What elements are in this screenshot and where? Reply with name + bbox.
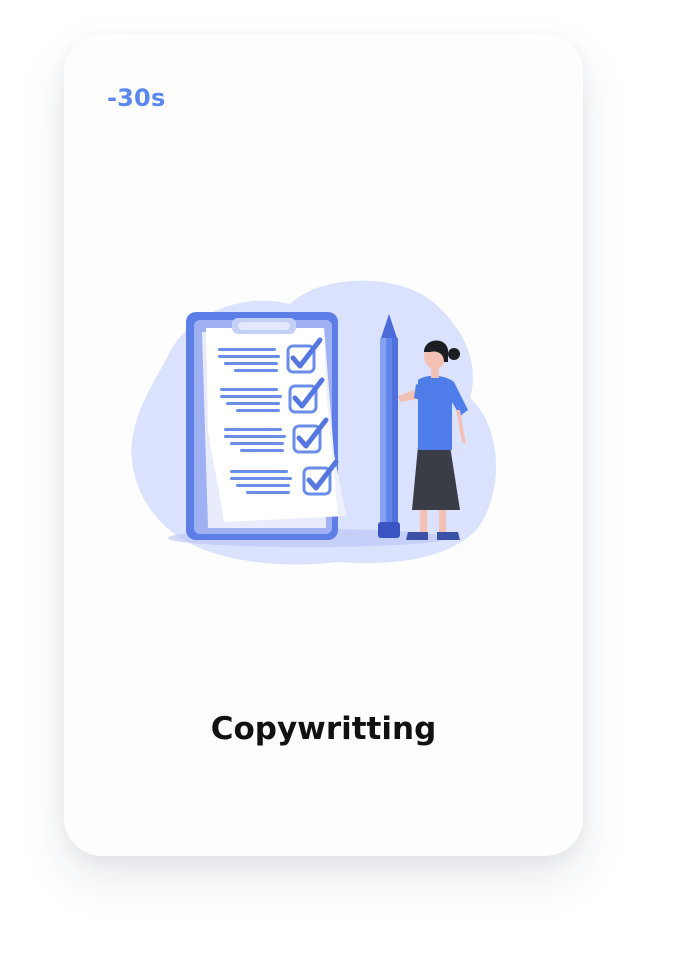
copywriting-checklist-illustration (131, 280, 497, 565)
pencil-icon (378, 314, 400, 538)
card-title: Copywritting (210, 711, 437, 747)
discount-label: -30s (107, 84, 166, 112)
service-card[interactable]: -30s Copywritting (64, 34, 583, 856)
